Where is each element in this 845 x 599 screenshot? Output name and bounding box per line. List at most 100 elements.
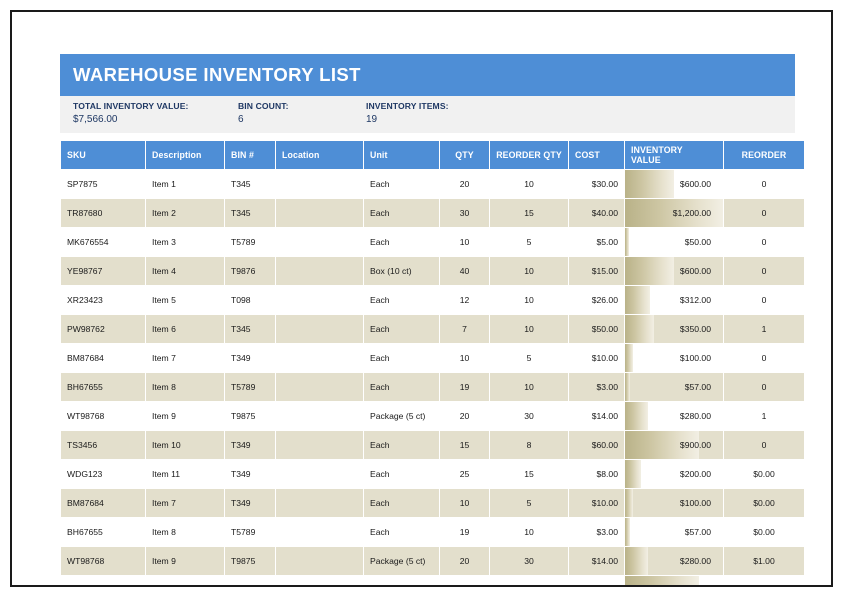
cell-inventory-value[interactable]: $100.00 xyxy=(625,344,723,372)
cell-bin[interactable]: T345 xyxy=(225,170,275,198)
cell-bin[interactable]: T349 xyxy=(225,344,275,372)
cell-cost[interactable]: $60.00 xyxy=(569,576,624,585)
table-row[interactable]: WDG123 Item 11 T349 Each 25 15 $8.00 $200.00 $0.… xyxy=(61,460,804,488)
cell-reorder[interactable]: 0 xyxy=(724,257,804,285)
cell-reorder[interactable]: 0 xyxy=(724,170,804,198)
cell-qty[interactable]: 15 xyxy=(440,576,489,585)
table-row[interactable]: MK676554 Item 3 T5789 Each 10 5 $5.00 $50.00 0 xyxy=(61,228,804,256)
column-header-qty[interactable]: QTY xyxy=(440,141,489,169)
column-header-inventory-value[interactable]: INVENTORY VALUE xyxy=(625,141,723,169)
cell-unit[interactable]: Each xyxy=(364,431,439,459)
cell-reorder[interactable]: 0 xyxy=(724,286,804,314)
table-row[interactable]: BM87684 Item 7 T349 Each 10 5 $10.00 $100.00 $0.… xyxy=(61,489,804,517)
cell-sku[interactable]: BH67655 xyxy=(61,518,145,546)
cell-inventory-value[interactable]: $280.00 xyxy=(625,547,723,575)
cell-reorder-qty[interactable]: 10 xyxy=(490,286,568,314)
cell-reorder-qty[interactable]: 10 xyxy=(490,373,568,401)
column-header-cost[interactable]: COST xyxy=(569,141,624,169)
cell-location[interactable] xyxy=(276,257,363,285)
cell-reorder-qty[interactable]: 30 xyxy=(490,402,568,430)
cell-inventory-value[interactable]: $600.00 xyxy=(625,257,723,285)
cell-reorder-qty[interactable]: 5 xyxy=(490,489,568,517)
cell-bin[interactable]: T9876 xyxy=(225,257,275,285)
cell-qty[interactable]: 15 xyxy=(440,431,489,459)
cell-qty[interactable]: 19 xyxy=(440,373,489,401)
table-row[interactable]: TS3456Item 10T349 Each158$60.00 $900.00 $0.… xyxy=(61,576,804,585)
cell-qty[interactable]: 12 xyxy=(440,286,489,314)
cell-unit[interactable]: Each xyxy=(364,228,439,256)
cell-qty[interactable]: 20 xyxy=(440,170,489,198)
cell-reorder-qty[interactable]: 10 xyxy=(490,170,568,198)
cell-reorder-qty[interactable]: 10 xyxy=(490,315,568,343)
cell-bin[interactable]: T345 xyxy=(225,315,275,343)
table-row[interactable]: BH67655 Item 8 T5789 Each 19 10 $3.00 $57.00 $0.… xyxy=(61,518,804,546)
cell-reorder[interactable]: $0.00 xyxy=(724,489,804,517)
cell-bin[interactable]: T349 xyxy=(225,489,275,517)
table-row[interactable]: PW98762 Item 6 T345 Each 7 10 $50.00 $350.00 1 xyxy=(61,315,804,343)
cell-inventory-value[interactable]: $312.00 xyxy=(625,286,723,314)
cell-cost[interactable]: $26.00 xyxy=(569,286,624,314)
table-row[interactable]: XR23423 Item 5 T098 Each 12 10 $26.00 $312.00 0 xyxy=(61,286,804,314)
cell-reorder-qty[interactable]: 8 xyxy=(490,431,568,459)
table-row[interactable]: WT98768 Item 9 T9875 Package (5 ct) 20 30 $14.… xyxy=(61,547,804,575)
cell-sku[interactable]: BM87684 xyxy=(61,344,145,372)
cell-location[interactable] xyxy=(276,518,363,546)
cell-qty[interactable]: 19 xyxy=(440,518,489,546)
column-header-location[interactable]: Location xyxy=(276,141,363,169)
cell-bin[interactable]: T5789 xyxy=(225,373,275,401)
cell-reorder[interactable]: 0 xyxy=(724,228,804,256)
cell-reorder-qty[interactable]: 30 xyxy=(490,547,568,575)
cell-unit[interactable]: Each xyxy=(364,286,439,314)
cell-cost[interactable]: $14.00 xyxy=(569,402,624,430)
cell-sku[interactable]: PW98762 xyxy=(61,315,145,343)
cell-qty[interactable]: 7 xyxy=(440,315,489,343)
cell-reorder-qty[interactable]: 15 xyxy=(490,460,568,488)
cell-sku[interactable]: TR87680 xyxy=(61,199,145,227)
cell-cost[interactable]: $5.00 xyxy=(569,228,624,256)
column-header-sku[interactable]: SKU xyxy=(61,141,145,169)
cell-unit[interactable]: Package (5 ct) xyxy=(364,402,439,430)
cell-description[interactable]: Item 9 xyxy=(146,402,224,430)
cell-bin[interactable]: T5789 xyxy=(225,228,275,256)
cell-sku[interactable]: XR23423 xyxy=(61,286,145,314)
column-header-bin[interactable]: BIN # xyxy=(225,141,275,169)
cell-reorder[interactable]: $0.00 xyxy=(724,576,804,585)
cell-location[interactable] xyxy=(276,199,363,227)
cell-unit[interactable]: Each xyxy=(364,315,439,343)
column-header-reorder-qty[interactable]: REORDER QTY xyxy=(490,141,568,169)
cell-description[interactable]: Item 8 xyxy=(146,518,224,546)
cell-bin[interactable]: T349 xyxy=(225,460,275,488)
cell-description[interactable]: Item 6 xyxy=(146,315,224,343)
cell-inventory-value[interactable]: $57.00 xyxy=(625,373,723,401)
cell-qty[interactable]: 10 xyxy=(440,489,489,517)
cell-qty[interactable]: 20 xyxy=(440,402,489,430)
cell-reorder-qty[interactable]: 5 xyxy=(490,344,568,372)
cell-inventory-value[interactable]: $350.00 xyxy=(625,315,723,343)
cell-sku[interactable]: TS3456 xyxy=(61,431,145,459)
cell-reorder[interactable]: 0 xyxy=(724,373,804,401)
cell-bin[interactable]: T098 xyxy=(225,286,275,314)
cell-cost[interactable]: $3.00 xyxy=(569,373,624,401)
table-row[interactable]: TS3456 Item 10 T349 Each 15 8 $60.00 $900.00 0 xyxy=(61,431,804,459)
cell-sku[interactable]: WT98768 xyxy=(61,402,145,430)
cell-bin[interactable]: T349 xyxy=(225,576,275,585)
cell-location[interactable] xyxy=(276,286,363,314)
cell-reorder-qty[interactable]: 5 xyxy=(490,228,568,256)
cell-description[interactable]: Item 2 xyxy=(146,199,224,227)
cell-description[interactable]: Item 4 xyxy=(146,257,224,285)
cell-location[interactable] xyxy=(276,576,363,585)
cell-reorder[interactable]: 1 xyxy=(724,315,804,343)
cell-cost[interactable]: $8.00 xyxy=(569,460,624,488)
cell-cost[interactable]: $50.00 xyxy=(569,315,624,343)
cell-location[interactable] xyxy=(276,547,363,575)
cell-unit[interactable]: Each xyxy=(364,344,439,372)
cell-sku[interactable]: MK676554 xyxy=(61,228,145,256)
cell-sku[interactable]: YE98767 xyxy=(61,257,145,285)
cell-description[interactable]: Item 10 xyxy=(146,576,224,585)
cell-reorder-qty[interactable]: 10 xyxy=(490,257,568,285)
cell-qty[interactable]: 10 xyxy=(440,344,489,372)
cell-location[interactable] xyxy=(276,373,363,401)
table-row[interactable]: BH67655 Item 8 T5789 Each 19 10 $3.00 $57.00 0 xyxy=(61,373,804,401)
cell-qty[interactable]: 10 xyxy=(440,228,489,256)
cell-location[interactable] xyxy=(276,228,363,256)
